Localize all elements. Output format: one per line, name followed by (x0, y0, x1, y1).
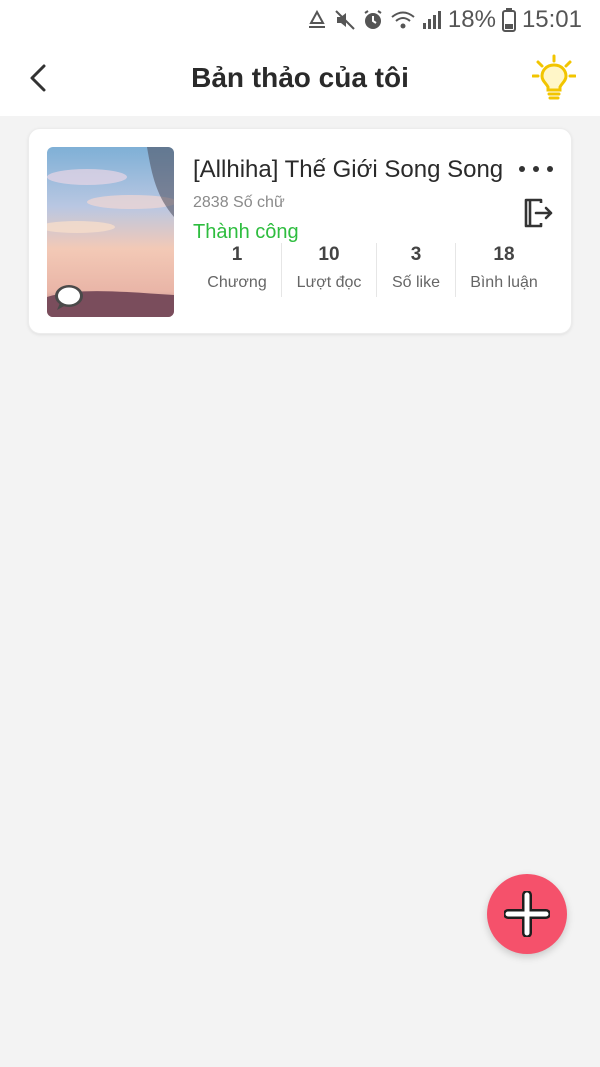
more-dots-icon (519, 166, 525, 172)
app-bar: Bản thảo của tôi (0, 40, 600, 116)
battery-icon (501, 8, 516, 32)
comment-bubble-icon (55, 285, 83, 310)
idea-button[interactable] (532, 54, 576, 102)
alarm-icon (364, 10, 382, 29)
mute-icon (335, 10, 355, 30)
more-dot (533, 166, 539, 172)
word-count: 2838 Số chữ (193, 194, 285, 211)
recycle-icon (308, 9, 325, 28)
publish-status: Thành công (193, 221, 299, 243)
more-options-button[interactable] (519, 157, 553, 181)
stat-label: Số like (391, 274, 441, 291)
clock: 15:01 (521, 6, 582, 33)
status-bar: 18% 15:01 (0, 0, 600, 40)
wifi-icon (391, 11, 415, 29)
battery-percent: 18% (447, 6, 496, 33)
lightbulb-icon (532, 54, 576, 100)
stat-value: 18 (493, 244, 515, 265)
more-dot (547, 166, 553, 172)
signal-icon (422, 11, 441, 29)
stat-likes: 3 Số like (377, 243, 455, 297)
stat-chapters: 1 Chương (193, 243, 281, 297)
add-draft-button[interactable] (487, 874, 567, 954)
stat-value: 10 (318, 244, 340, 265)
story-cover-image[interactable] (47, 147, 174, 317)
story-stats: 1 Chương 10 Lượt đọc 3 Số like 18 Bình l… (193, 243, 553, 297)
page-title: Bản thảo của tôi (191, 62, 409, 93)
status-icons: 18% 15:01 (306, 6, 582, 34)
stat-comments: 18 Bình luận (456, 243, 552, 297)
stat-label: Chương (207, 274, 267, 291)
stat-label: Lượt đọc (296, 274, 362, 291)
story-title[interactable]: [Allhiha] Thế Giới Song Song (193, 155, 503, 185)
stat-value: 3 (410, 244, 422, 265)
stat-value: 1 (231, 244, 243, 265)
plus-icon (504, 891, 550, 937)
export-icon (524, 198, 553, 228)
draft-card[interactable]: [Allhiha] Thế Giới Song Song 2838 Số chữ… (28, 128, 572, 334)
stat-label: Bình luận (470, 274, 538, 291)
export-button[interactable] (521, 197, 553, 229)
stat-reads: 10 Lượt đọc (282, 243, 376, 297)
